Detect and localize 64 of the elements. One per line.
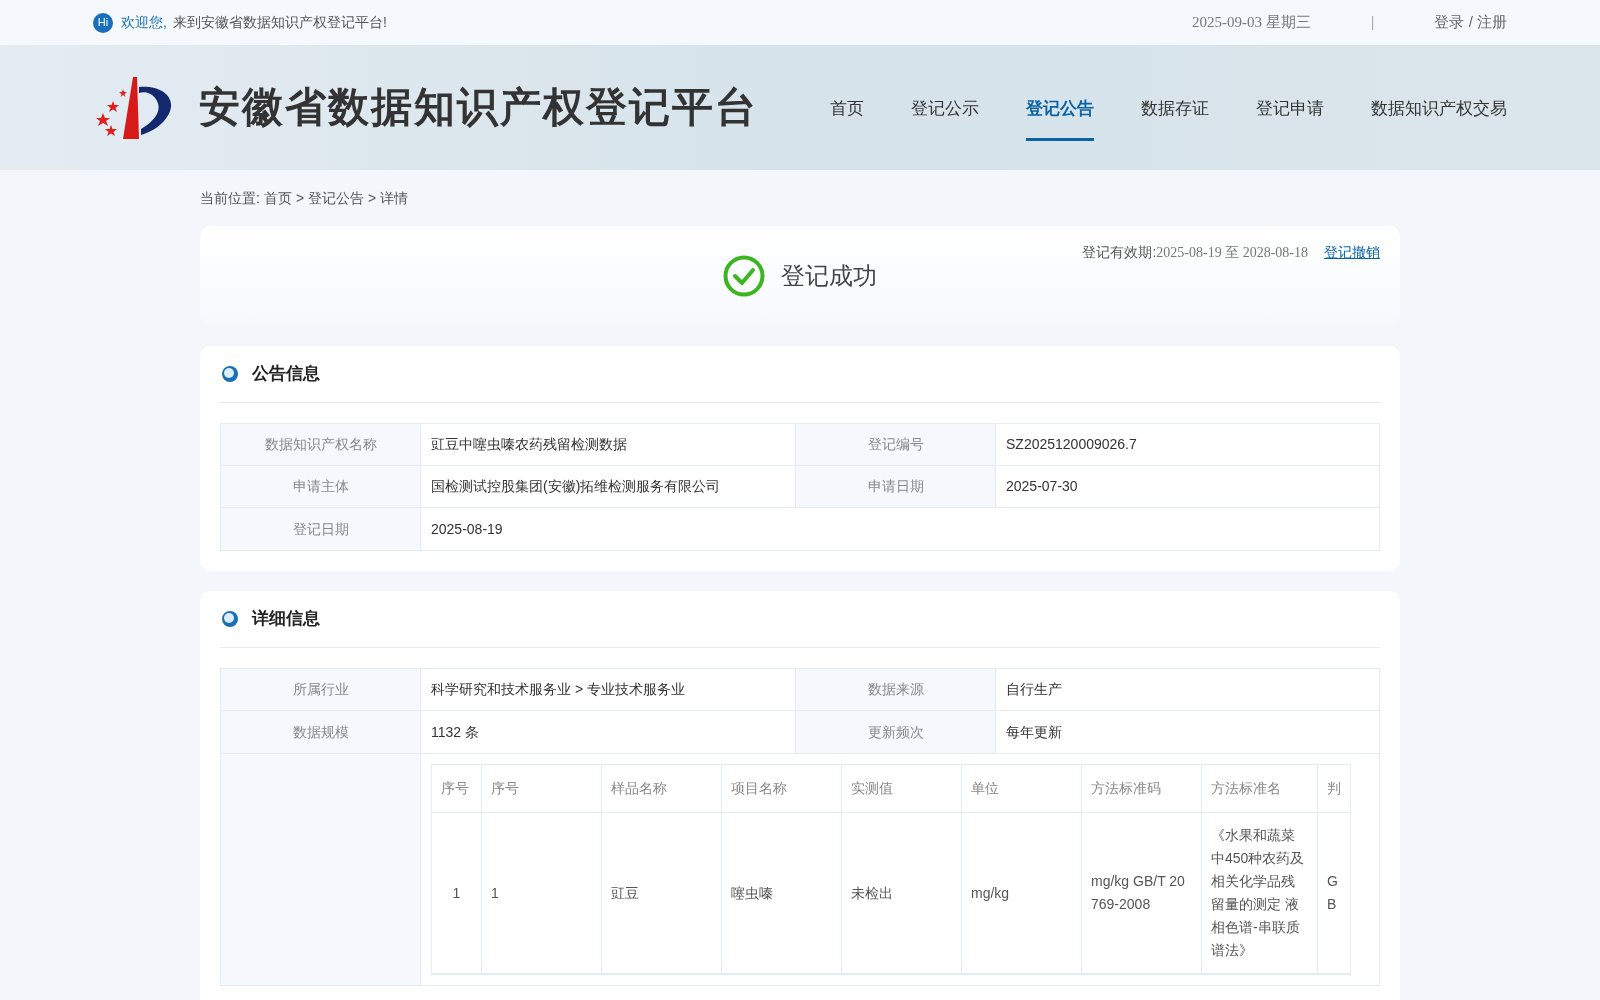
column-header: 判 (1326, 779, 1342, 798)
table-cell-text: mg/kg GB/T 20769-2008 (1091, 872, 1186, 914)
column-header: 项目名称 (722, 765, 842, 812)
validity-label: 登记有效期: (1082, 243, 1157, 262)
column-header: 方法标准名 (1202, 765, 1318, 812)
breadcrumb-separator: > (368, 188, 377, 208)
breadcrumb-label: 当前位置: (200, 188, 260, 208)
separator: | (1370, 13, 1375, 32)
status-text: 登记成功 (781, 262, 877, 291)
nav-tab[interactable]: 登记申请 (1256, 45, 1324, 141)
greeting-text: 欢迎您, (121, 13, 167, 32)
table-cell-text: 未检出 (851, 883, 893, 903)
breadcrumb-link[interactable]: 登记公告 (308, 187, 365, 209)
field-label: 数据来源 (867, 680, 924, 699)
section-title: 详细信息 (252, 608, 320, 631)
column-header: 方法标准码 (1082, 765, 1202, 812)
field-label: 登记日期 (292, 519, 349, 539)
hi-badge: Hi (93, 12, 113, 33)
column-header: 实测值 (842, 765, 962, 812)
table-cell-text: 《水果和蔬菜中450种农药及相关化学品残留量的测定 液相色谱-串联质谱法》 (1211, 826, 1306, 960)
section-title: 公告信息 (252, 363, 320, 386)
field-label: 申请主体 (292, 477, 349, 496)
date-text: 2025-09-03 星期三 (1192, 13, 1311, 33)
column-header: 序号 (482, 765, 602, 812)
field-value: 豇豆中噻虫嗪农药残留检测数据 (431, 435, 627, 454)
table-cell-text: mg/kg (971, 883, 1010, 903)
field-label: 所属行业 (292, 680, 349, 699)
table-cell-text: 豇豆 (611, 883, 639, 903)
login-link[interactable]: 登录 / 注册 (1434, 11, 1507, 34)
field-label: 申请日期 (867, 477, 924, 496)
welcome-text: 来到安徽省数据知识产权登记平台! (172, 13, 387, 32)
table-cell-text: 1 (491, 883, 499, 903)
field-value: 2025-07-30 (1006, 477, 1078, 496)
field-value: 1132 条 (431, 722, 479, 742)
nav-tab[interactable]: 数据知识产权交易 (1371, 45, 1507, 141)
field-label: 数据规模 (292, 722, 349, 742)
site-title: 安徽省数据知识产权登记平台 (199, 82, 758, 132)
bullet-icon (221, 365, 239, 383)
revoke-link[interactable]: 登记撤销 (1324, 242, 1380, 263)
breadcrumb-link[interactable]: 首页 (263, 187, 292, 209)
field-value: 科学研究和技术服务业 > 专业技术服务业 (431, 680, 685, 699)
nav-tab[interactable]: 登记公示 (911, 45, 979, 141)
table-cell-text: 1 (452, 883, 461, 903)
field-value: 自行生产 (1006, 680, 1062, 699)
nav-tab[interactable]: 登记公告 (1026, 45, 1094, 141)
field-value: 2025-08-19 (431, 519, 503, 539)
column-header: 序号 (432, 765, 482, 812)
field-value: 每年更新 (1006, 722, 1062, 742)
table-cell-text: GB (1327, 872, 1339, 914)
field-label: 数据知识产权名称 (264, 435, 377, 454)
field-label: 更新频次 (867, 722, 924, 742)
nav-tab[interactable]: 首页 (830, 45, 864, 141)
check-icon (723, 255, 765, 297)
bullet-icon (221, 610, 239, 628)
field-value: SZ2025120009026.7 (1006, 435, 1137, 454)
breadcrumb-separator: > (295, 188, 305, 208)
nav-tab[interactable]: 数据存证 (1141, 45, 1209, 141)
table-cell-text: 噻虫嗪 (731, 883, 773, 903)
field-label: 登记编号 (867, 435, 924, 454)
field-value: 国检测试控股集团(安徽)拓维检测服务有限公司 (431, 477, 721, 496)
validity-text: 2025-08-19 至 2028-08-18 (1156, 244, 1308, 262)
column-header: 单位 (962, 765, 1082, 812)
column-header: 样品名称 (602, 765, 722, 812)
breadcrumb-current: 详情 (380, 188, 409, 208)
